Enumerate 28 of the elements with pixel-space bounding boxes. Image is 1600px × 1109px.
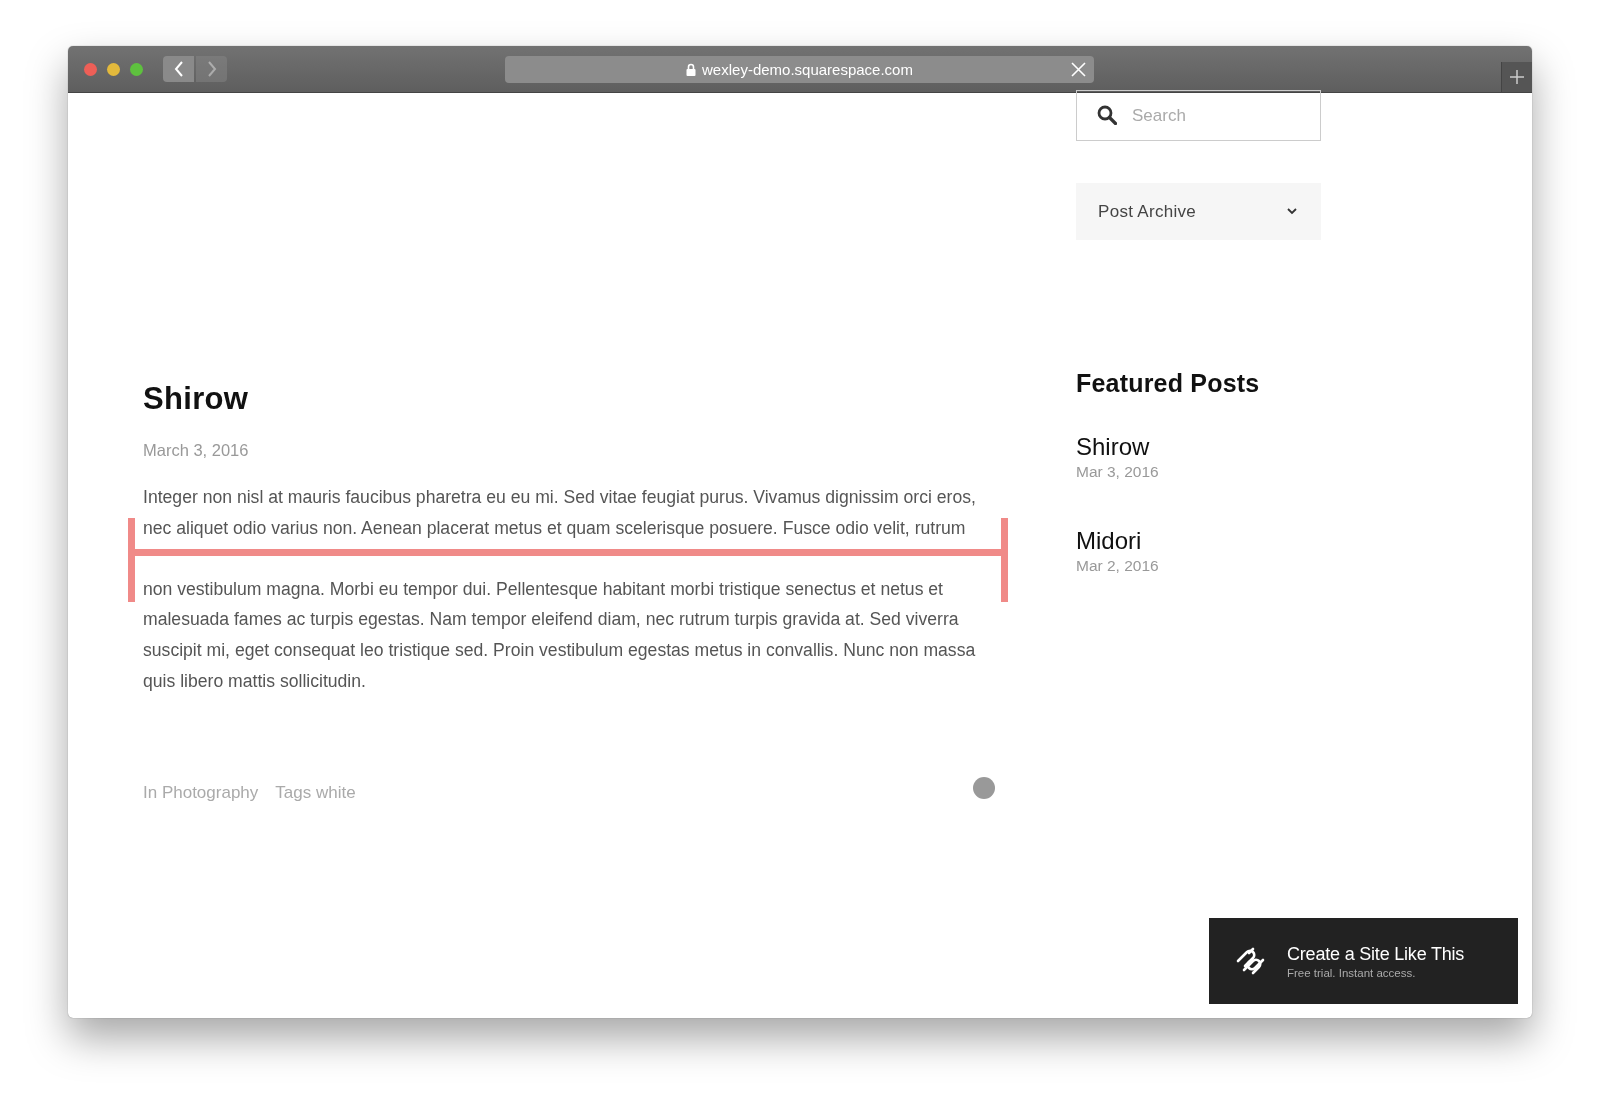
chain-links-icon xyxy=(1235,947,1267,975)
search-icon xyxy=(1097,105,1117,125)
featured-post-link[interactable]: Midori xyxy=(1076,527,1142,555)
featured-post-date: Mar 3, 2016 xyxy=(1076,463,1159,481)
zoom-window-icon[interactable] xyxy=(130,62,143,76)
plus-icon xyxy=(1510,70,1524,84)
post-date: March 3, 2016 xyxy=(143,441,250,460)
featured-post-date: Mar 2, 2016 xyxy=(1076,557,1159,575)
search-field[interactable]: Search xyxy=(1076,90,1321,141)
banner-subtitle: Free trial. Instant access. xyxy=(1287,966,1417,979)
post-body: non vestibulum magna. Morbi eu tempor dui. Pellentesque habitant morbi tristique senectus et netus et malesuada fames ac turpis egestas. Nam tempor eleifend diam, nec rutrum turpis gravida at. Sed viverra suscipit mi, eget consequat leo tristique sed. Proin vestibulum egestas metus in convallis. Nunc non massa quis libero mattis sollicitudin. xyxy=(143,577,976,693)
back-button[interactable] xyxy=(163,56,194,82)
banner-title: Create a Site Like This xyxy=(1287,943,1465,965)
chevron-down-icon xyxy=(1287,208,1297,215)
minimize-window-icon[interactable] xyxy=(107,62,120,76)
close-icon[interactable] xyxy=(1071,62,1086,77)
new-tab-button[interactable] xyxy=(1501,62,1532,92)
close-window-icon[interactable] xyxy=(84,62,97,76)
archive-dropdown[interactable]: Post Archive xyxy=(1076,183,1321,240)
featured-post-link[interactable]: Shirow xyxy=(1076,433,1150,461)
chevron-left-icon xyxy=(173,61,184,77)
post-title: Shirow xyxy=(143,381,250,417)
promo-banner[interactable]: Create a Site Like This Free trial. Instant access. xyxy=(1209,918,1518,1004)
chevron-right-icon xyxy=(206,61,217,77)
featured-heading: Featured Posts xyxy=(1076,369,1261,398)
lock-icon xyxy=(686,63,697,76)
post-body: Integer non nisl at mauris faucibus pharetra eu eu mi. Sed vitae feugiat purus. Vivamus dignissim orci eros, nec aliquet odio varius non. Aenean placerat metus et quam scelerisque posuere. Fusce odio velit, rutrum xyxy=(143,486,976,540)
circle-icon[interactable] xyxy=(973,777,995,800)
